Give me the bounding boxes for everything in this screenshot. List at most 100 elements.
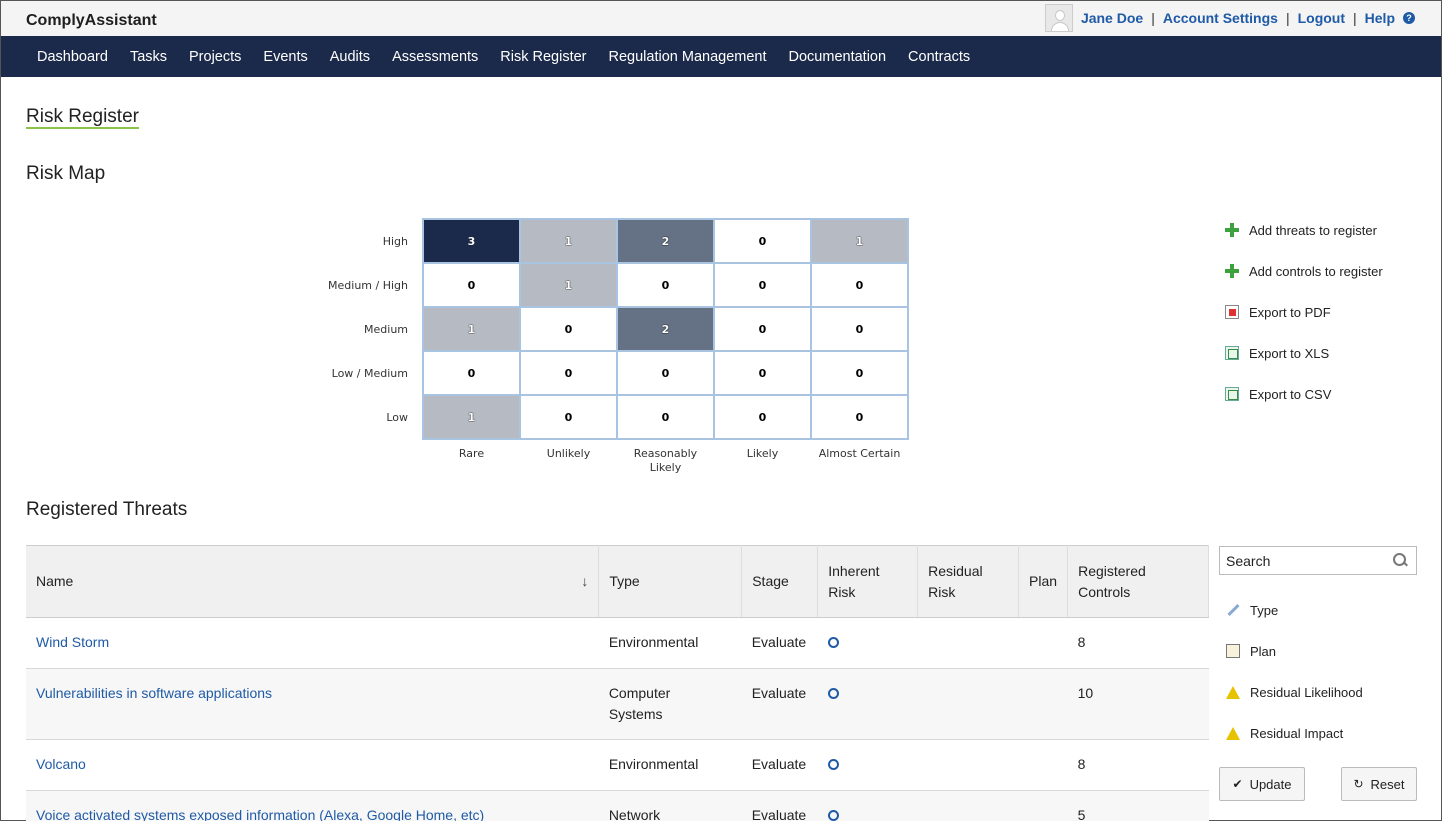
likelihood-label-rare: Rare xyxy=(458,447,485,460)
registered-controls-count: 10 xyxy=(1067,668,1209,740)
risk-map-cell[interactable]: 0 xyxy=(423,263,520,307)
threat-type: Environmental xyxy=(608,756,699,772)
risk-map-cell[interactable]: 3 xyxy=(423,219,520,263)
risk-map-cell[interactable]: 1 xyxy=(520,263,617,307)
risk-actions: Add threats to register Add controls to … xyxy=(1225,220,1383,425)
risk-map-cell[interactable]: 0 xyxy=(423,351,520,395)
risk-map-cell[interactable]: 1 xyxy=(811,219,908,263)
column-header-plan[interactable]: Plan xyxy=(1018,545,1069,618)
risk-map-cell[interactable]: 0 xyxy=(811,351,908,395)
logout-link[interactable]: Logout xyxy=(1298,10,1345,26)
nav-projects[interactable]: Projects xyxy=(189,49,241,65)
column-header-type[interactable]: Type xyxy=(598,545,743,618)
impact-label-low: Low xyxy=(386,411,408,424)
risk-map-cell[interactable]: 0 xyxy=(714,219,811,263)
account-settings-link[interactable]: Account Settings xyxy=(1163,10,1278,26)
column-header-residual-risk[interactable]: Residual Risk xyxy=(917,545,1020,618)
table-row: Vulnerabilities in software applications… xyxy=(26,668,1209,740)
warning-icon xyxy=(1226,685,1240,699)
nav-regulation-management[interactable]: Regulation Management xyxy=(609,49,767,65)
top-bar: ComplyAssistant Jane Doe | Account Setti… xyxy=(1,1,1441,36)
risk-map-cell[interactable]: 0 xyxy=(617,351,714,395)
column-header-stage[interactable]: Stage xyxy=(741,545,819,618)
plan-cell xyxy=(1018,790,1068,821)
inherent-risk-circle-icon xyxy=(827,759,839,770)
nav-contracts[interactable]: Contracts xyxy=(908,49,970,65)
threat-name-link[interactable]: Vulnerabilities in software applications xyxy=(36,685,272,701)
reset-button[interactable]: ↻ Reset xyxy=(1341,767,1417,801)
threat-name-link[interactable]: Wind Storm xyxy=(36,634,109,650)
risk-map-cell[interactable]: 0 xyxy=(714,351,811,395)
risk-map-cell[interactable]: 2 xyxy=(617,307,714,351)
help-icon[interactable]: ? xyxy=(1403,12,1415,24)
add-threats-action[interactable]: Add threats to register xyxy=(1225,220,1383,240)
export-xls-action[interactable]: Export to XLS xyxy=(1225,343,1383,363)
search-icon[interactable] xyxy=(1393,553,1407,567)
risk-map-cell[interactable]: 0 xyxy=(617,395,714,439)
column-header-name[interactable]: Name ↓ xyxy=(26,545,600,618)
risk-map-cell[interactable]: 0 xyxy=(811,395,908,439)
risk-map-cell[interactable]: 2 xyxy=(617,219,714,263)
threat-type: Network xyxy=(608,807,661,821)
threat-name-link[interactable]: Volcano xyxy=(36,756,86,772)
threat-type: Environmental xyxy=(608,634,699,650)
plus-icon xyxy=(1225,264,1239,278)
nav-tasks[interactable]: Tasks xyxy=(130,49,167,65)
inherent-risk-circle-icon xyxy=(827,810,839,821)
risk-map-cell[interactable]: 1 xyxy=(423,307,520,351)
sort-down-icon[interactable]: ↓ xyxy=(581,571,588,592)
action-label: Export to XLS xyxy=(1249,345,1330,361)
risk-map-cell[interactable]: 1 xyxy=(423,395,520,439)
risk-map-cell[interactable]: 0 xyxy=(714,263,811,307)
csv-icon xyxy=(1225,387,1239,401)
nav-dashboard[interactable]: Dashboard xyxy=(37,49,108,65)
filter-type[interactable]: Type xyxy=(1226,600,1363,620)
residual-risk-cell xyxy=(917,617,1019,669)
risk-map-cell[interactable]: 1 xyxy=(520,219,617,263)
threat-stage: Evaluate xyxy=(741,739,818,791)
avatar[interactable] xyxy=(1044,4,1073,32)
risk-map-cell[interactable]: 0 xyxy=(714,395,811,439)
nav-assessments[interactable]: Assessments xyxy=(392,49,478,65)
risk-map-cell[interactable]: 0 xyxy=(617,263,714,307)
risk-map-cell[interactable]: 0 xyxy=(520,351,617,395)
search-input[interactable] xyxy=(1219,546,1417,575)
impact-label-medium: Medium xyxy=(364,323,408,336)
nav-events[interactable]: Events xyxy=(263,49,307,65)
column-header-registered-controls[interactable]: Registered Controls xyxy=(1067,545,1209,618)
threat-stage: Evaluate xyxy=(741,617,818,669)
add-controls-action[interactable]: Add controls to register xyxy=(1225,261,1383,281)
risk-map-cell[interactable]: 0 xyxy=(714,307,811,351)
export-csv-action[interactable]: Export to CSV xyxy=(1225,384,1383,404)
risk-map-cell[interactable]: 0 xyxy=(520,395,617,439)
plan-cell xyxy=(1018,739,1068,791)
export-pdf-action[interactable]: Export to PDF xyxy=(1225,302,1383,322)
pencil-icon xyxy=(1226,603,1240,617)
likelihood-label-almost-certain: Almost Certain xyxy=(818,447,901,460)
filter-residual-likelihood[interactable]: Residual Likelihood xyxy=(1226,682,1363,702)
risk-map-cell[interactable]: 0 xyxy=(520,307,617,351)
nav-documentation[interactable]: Documentation xyxy=(789,49,887,65)
threat-stage: Evaluate xyxy=(741,790,818,821)
user-name-link[interactable]: Jane Doe xyxy=(1081,10,1143,26)
separator: | xyxy=(1151,10,1155,26)
impact-label-low-medium: Low / Medium xyxy=(331,367,408,380)
refresh-icon: ↻ xyxy=(1353,777,1364,791)
help-link[interactable]: Help xyxy=(1365,10,1395,26)
page-title: Risk Register xyxy=(26,106,139,129)
inherent-risk-circle-icon xyxy=(827,688,839,699)
likelihood-label-likely: Likely xyxy=(746,447,779,460)
nav-audits[interactable]: Audits xyxy=(330,49,370,65)
update-button[interactable]: ✔ Update xyxy=(1219,767,1305,801)
filter-residual-impact[interactable]: Residual Impact xyxy=(1226,723,1363,743)
column-header-inherent-risk[interactable]: Inherent Risk xyxy=(817,545,919,618)
threat-type: Systems xyxy=(608,706,663,722)
risk-map-cell[interactable]: 0 xyxy=(811,263,908,307)
risk-map-cell[interactable]: 0 xyxy=(811,307,908,351)
filter-label: Plan xyxy=(1250,643,1277,659)
user-menu: Jane Doe | Account Settings | Logout | H… xyxy=(1044,4,1415,32)
filter-plan[interactable]: Plan xyxy=(1226,641,1363,661)
table-row: Wind Storm Environmental Evaluate 8 xyxy=(26,617,1209,669)
threat-name-link[interactable]: Voice activated systems exposed informat… xyxy=(36,807,484,821)
nav-risk-register[interactable]: Risk Register xyxy=(500,49,586,65)
